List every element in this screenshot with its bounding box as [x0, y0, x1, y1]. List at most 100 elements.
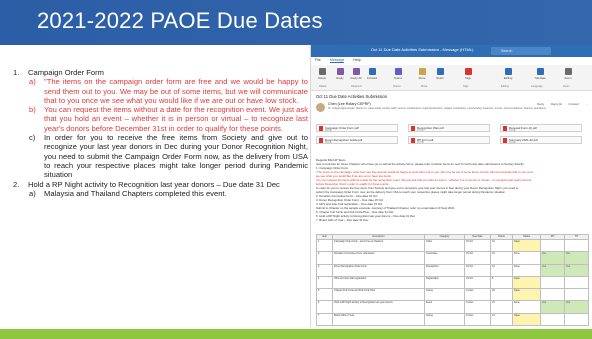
table-row: 7 Board Gifts of Year Giving 31 Dec 10 Open — [316, 312, 589, 327]
sub-letter: a) — [29, 188, 36, 198]
table-cell: 10 — [490, 239, 513, 253]
search-box[interactable]: Search — [491, 47, 551, 55]
rules-button[interactable]: Rules — [433, 68, 447, 80]
ribbon-group-label: Zoom — [563, 85, 570, 88]
table-cell: Yes — [564, 251, 589, 265]
sub-item-text: Malaysia and Thailand Chapters completed… — [44, 188, 227, 198]
editing-icon — [504, 68, 512, 75]
table-cell: 6 — [316, 300, 333, 314]
ribbon-group-label: Editing — [501, 85, 509, 88]
table-cell: 5 — [316, 288, 333, 302]
table-cell: 4 — [316, 275, 333, 290]
pdf-icon — [503, 138, 507, 143]
table-cell — [540, 275, 565, 290]
table-body: 1 Campaign Order Form - items free to cha… — [316, 239, 589, 327]
delete-button[interactable]: Delete — [315, 68, 329, 80]
table-cell: Hold a RP Night activity to Recognition … — [332, 300, 425, 314]
reply-all-icon — [352, 68, 360, 75]
sub-item-1a: a) "The items on the campaign order form… — [28, 77, 308, 105]
attachment[interactable]: Recognition Plan.pdf 72 KB — [408, 124, 490, 132]
table-cell: Donor Recognition Order Form — [332, 263, 425, 277]
email-body: Regards DIH HP Team, Just a reminder for… — [316, 158, 588, 222]
translate-button[interactable]: Translate — [533, 68, 547, 80]
tab-file[interactable]: File — [315, 58, 321, 62]
table-cell: 15 Oct — [464, 263, 491, 277]
table-cell: 7 — [316, 312, 333, 327]
table-cell — [540, 239, 565, 253]
table-cell: Donation Committee Form submission — [332, 251, 425, 265]
email-subject: Oct 11 Due Date Activities Submission — [316, 94, 388, 99]
table-cell — [564, 312, 589, 327]
table-row: 6 Hold a RP Night activity to Recognition… — [316, 300, 589, 314]
forward-button[interactable]: Forward — [365, 68, 379, 80]
list-number: 2. — [13, 179, 20, 189]
sender-name[interactable]: Chen (Lee Rotary CEPRF) — [328, 102, 371, 106]
tab-message[interactable]: Message — [329, 58, 345, 64]
attachment[interactable]: Donor Recognition Guide.pdf 55 KB — [316, 136, 398, 144]
list-item-1: 1. Campaign Order Form — [10, 68, 308, 77]
table-cell: 5 — [490, 275, 513, 290]
ribbon-group-label: Teams — [393, 85, 401, 88]
editing-button[interactable]: Editing — [501, 68, 515, 80]
teams-button[interactable]: Teams — [391, 68, 405, 80]
email-title-bar: Oct 11 Due Date Activities Submission - … — [311, 45, 592, 57]
sub-item-2a: a) Malaysia and Thailand Chapters comple… — [28, 189, 308, 198]
search-placeholder: Search — [501, 49, 513, 53]
attachment[interactable]: Renewal Form (2).pdf 31 KB — [500, 124, 582, 132]
tab-help[interactable]: Help — [353, 58, 360, 62]
table-cell: 15 Oct — [464, 239, 491, 253]
table-cell: Open — [512, 288, 541, 302]
ribbon-group-label: Language — [531, 85, 543, 88]
ribbon: Delete Reply Reply All Forward Teams Mov… — [311, 65, 592, 91]
table-cell: Yes — [564, 263, 589, 277]
forward-action[interactable]: Forward — [569, 102, 579, 106]
sub-item-1b: b) You can request the items without a d… — [28, 105, 308, 133]
sub-item-text: "The items on the campaign order form ar… — [44, 77, 308, 105]
table-cell: Registration — [424, 275, 465, 290]
table-cell: 15 — [490, 300, 513, 314]
tags-button[interactable]: Tags — [461, 68, 475, 80]
email-window-title: Oct 11 Due Date Activities Submission - … — [371, 47, 474, 52]
move-icon — [418, 68, 426, 75]
pdf-icon — [411, 126, 415, 131]
reply-button[interactable]: Reply — [333, 68, 347, 80]
reply-icon — [336, 68, 344, 75]
table-cell: Yes — [564, 300, 589, 314]
table-cell: Campaign Order Form - items free to chap… — [332, 239, 425, 253]
teams-icon — [394, 68, 402, 75]
slide-content: 1. Campaign Order Form a) "The items on … — [10, 68, 308, 198]
avatar — [316, 103, 325, 112]
ribbon-group-label: Delete — [319, 85, 327, 88]
table-cell — [564, 288, 589, 302]
table-cell: 15 Oct — [464, 275, 491, 290]
table-cell: Yes — [540, 300, 565, 314]
reply-action[interactable]: Reply — [537, 102, 544, 106]
zoom-button[interactable]: Zoom — [561, 68, 575, 80]
attachment[interactable]: Summary 2021-22.pdf 64 KB — [500, 136, 582, 144]
rules-icon — [436, 68, 444, 75]
reply-all-button[interactable]: Reply All — [349, 68, 363, 80]
table-cell: Yes — [540, 251, 565, 265]
pdf-icon — [319, 138, 323, 143]
sub-item-1c: c) In order for you to receive the free … — [28, 133, 308, 179]
reply-all-action[interactable]: Reply All — [551, 102, 562, 106]
table-cell: 3 — [316, 263, 333, 277]
attachment[interactable]: Campaign Order Form.pdf 48 KB — [316, 124, 398, 132]
ribbon-group-label: Respond — [351, 85, 362, 88]
body-line: 7. Board Gifts of Year – Due date 31 Dec — [316, 218, 369, 222]
attachment[interactable]: RP Form.pdf 22 KB — [408, 136, 490, 144]
sub-letter: b) — [29, 105, 36, 115]
table-cell — [564, 275, 589, 290]
table-cell: 20 — [490, 288, 513, 302]
sub-letter: c) — [29, 133, 36, 143]
table-cell: Giving — [424, 288, 465, 302]
table-cell: Event — [424, 300, 465, 314]
delete-icon — [318, 68, 326, 75]
list-number: 1. — [13, 68, 20, 77]
tag-icon — [464, 68, 472, 75]
more-actions[interactable]: ... — [586, 102, 588, 106]
footer-bar — [0, 329, 592, 339]
move-button[interactable]: Move — [415, 68, 429, 80]
list-item-2: 2. Hold a RP Night activity to Recogniti… — [10, 180, 308, 189]
table-cell: 2 — [316, 251, 333, 265]
